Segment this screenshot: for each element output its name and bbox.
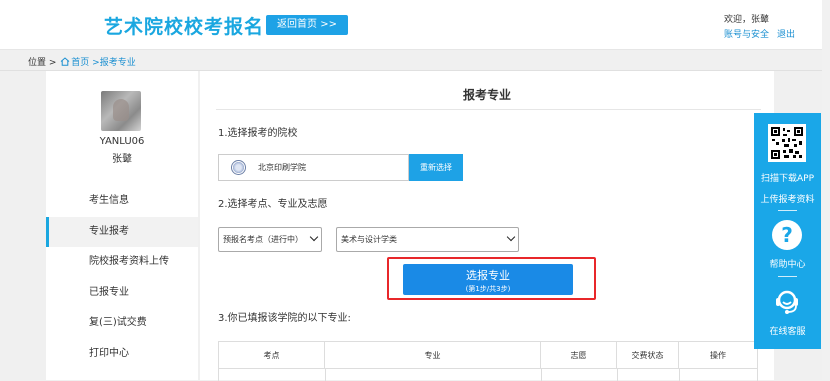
floatbar-divider [778,210,797,211]
breadcrumb-position: 位置 > [28,58,57,68]
account-security-link[interactable]: 账号与安全 [724,30,769,40]
title-divider [216,109,761,110]
floating-sidebar: 扫描下载APP 上传报考资料 ? 帮助中心 在线客服 [754,113,821,349]
step2-label: 2.选择考点、专业及志愿 [218,199,328,210]
logout-link[interactable]: 退出 [777,30,795,40]
select-major-button[interactable]: 选报专业 (第1步/共3步) [403,264,573,295]
col-actions: 操作 [710,351,726,360]
top-header: 艺术院校校考报名 返回首页 >> 欢迎，张鼙 账号与安全 退出 [0,0,830,50]
floatbar-divider [778,276,797,277]
chevron-down-icon [309,232,319,242]
sidebar-item-retest-payment[interactable]: 复(三)试交费 [46,308,198,339]
major-value: 美术与设计学类 [341,235,397,244]
applied-majors-table: 考点 专业 志愿 交费状态 操作 [218,341,758,381]
upload-materials-link[interactable]: 上传报考资料 [754,192,821,205]
col-preference: 志愿 [541,342,617,368]
col-major: 专业 [325,342,541,368]
breadcrumb-home-link[interactable]: 首页 [71,58,89,68]
selected-school-box: 北京印刷学院 [218,154,409,181]
help-center-link[interactable]: 帮助中心 [754,257,821,270]
welcome-text: 欢迎，张鼙 [724,15,770,25]
select-major-label: 选报专业 [466,269,510,282]
chevron-down-icon [506,232,516,242]
sidebar-menu: 考生信息 专业报考 院校报考资料上传 已报专业 复(三)试交费 打印中心 [46,186,198,369]
sidebar-item-applied-majors[interactable]: 已报专业 [46,278,198,309]
qr-code-icon[interactable] [768,124,806,162]
help-icon[interactable]: ? [772,220,802,250]
user-links: 账号与安全 退出 [724,27,803,40]
exam-site-value: 预报名考点（进行中） [223,235,303,244]
sidebar-realname: 张鼙 [112,154,132,165]
school-logo-icon [231,160,246,175]
select-major-step: (第1步/共3步) [465,285,511,293]
site-title[interactable]: 艺术院校校考报名 [104,12,264,39]
breadcrumb: 位置 > 首页 >报考专业 [28,55,136,68]
online-service-link[interactable]: 在线客服 [754,324,821,337]
page-title: 报考专业 [462,88,511,102]
sidebar-item-print-center[interactable]: 打印中心 [46,339,198,370]
download-app-link[interactable]: 扫描下载APP [754,171,821,184]
step1-label: 1.选择报考的院校 [218,128,298,139]
table-body [219,369,757,381]
reselect-school-button[interactable]: 重新选择 [409,154,463,181]
exam-site-select[interactable]: 预报名考点（进行中） [218,227,322,252]
sidebar-item-candidate-info[interactable]: 考生信息 [46,186,198,217]
sidebar-item-major-application[interactable]: 专业报考 [46,216,198,247]
col-payment-status: 交费状态 [617,342,679,368]
main-panel: 报考专业 1.选择报考的院校 北京印刷学院 重新选择 2.选择考点、专业及志愿 … [200,71,774,381]
back-home-button[interactable]: 返回首页 >> [266,15,348,35]
major-select[interactable]: 美术与设计学类 [336,227,519,252]
sidebar-username: YANLU06 [99,136,145,147]
page-scrollbar[interactable] [822,0,830,380]
customer-service-icon[interactable] [772,287,802,317]
avatar [101,91,141,131]
sidebar: YANLU06 张鼙 考生信息 专业报考 院校报考资料上传 已报专业 复(三)试… [46,71,198,380]
table-header: 考点 专业 志愿 交费状态 操作 [219,342,757,369]
breadcrumb-current[interactable]: >报考专业 [92,58,136,68]
sidebar-item-material-upload[interactable]: 院校报考资料上传 [46,247,198,278]
step3-label: 3.你已填报该学院的以下专业: [218,313,351,324]
col-exam-site: 考点 [219,342,325,368]
school-name: 北京印刷学院 [258,163,306,172]
home-icon[interactable] [60,57,70,66]
